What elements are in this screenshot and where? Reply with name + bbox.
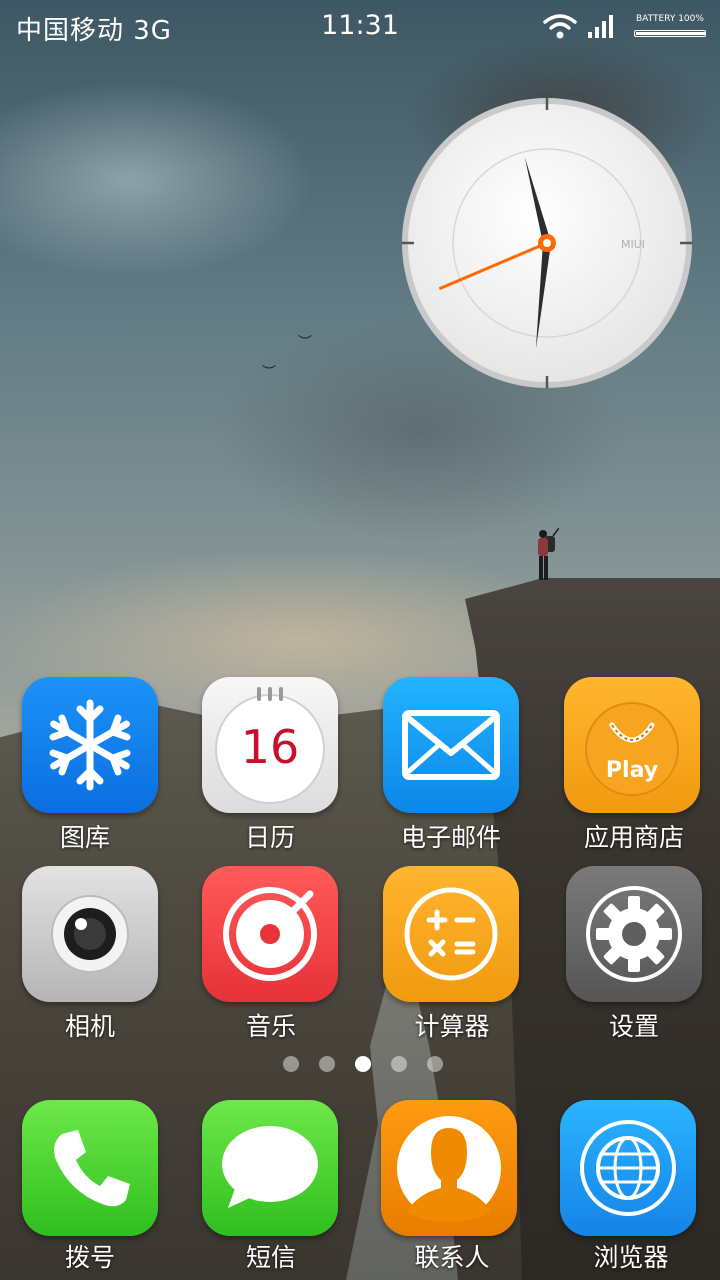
dock-label: 短信: [245, 1243, 296, 1272]
page-dot[interactable]: [319, 1056, 335, 1072]
page-indicator[interactable]: [0, 1054, 720, 1074]
page-dot-active[interactable]: [355, 1056, 371, 1072]
calculator-icon: [404, 887, 498, 981]
store-badge-text: Play: [606, 758, 658, 783]
app-calendar[interactable]: 16: [202, 677, 338, 813]
app-label: 音乐: [245, 1012, 296, 1041]
app-label: 计算器: [414, 1012, 490, 1041]
battery-icon: [634, 30, 706, 37]
dock-label: 联系人: [414, 1243, 490, 1272]
app-label: 电子邮件: [400, 823, 501, 852]
globe-icon: [580, 1120, 676, 1216]
clock-center-dot: [543, 239, 551, 247]
page-dot[interactable]: [391, 1056, 407, 1072]
chat-bubble-icon: [222, 1126, 318, 1208]
app-label: 应用商店: [583, 823, 684, 852]
battery-label: BATTERY 100%: [636, 14, 704, 24]
clock-brand: MIUI: [621, 238, 645, 251]
camera-lens-icon: [51, 895, 129, 973]
contact-person-icon: [397, 1116, 501, 1222]
app-settings[interactable]: [566, 866, 702, 1002]
status-bar: 中国移动 3G 11:31 BATTERY 100%: [0, 0, 720, 54]
app-camera[interactable]: [22, 866, 158, 1002]
calendar-icon: 16: [215, 687, 325, 804]
app-label: 日历: [244, 823, 295, 852]
wifi-icon: [543, 14, 577, 39]
dock-browser[interactable]: [560, 1100, 696, 1236]
dock-label: 浏览器: [593, 1243, 669, 1272]
bird-icon: ︶: [262, 365, 276, 381]
app-label: 相机: [64, 1012, 115, 1041]
app-music[interactable]: [202, 866, 338, 1002]
signal-icon: [588, 15, 613, 38]
dock-contacts[interactable]: [381, 1100, 517, 1236]
dock-label: 拨号: [64, 1243, 115, 1272]
snowflake-icon: [49, 699, 131, 791]
app-label: 图库: [59, 823, 110, 852]
bird-icon: ︶: [298, 335, 312, 351]
app-label: 设置: [608, 1012, 659, 1041]
dock-phone[interactable]: [22, 1100, 158, 1236]
page-dot[interactable]: [427, 1056, 443, 1072]
phone-icon: [54, 1130, 130, 1207]
envelope-icon: [402, 710, 500, 780]
app-store[interactable]: Play: [564, 677, 700, 813]
app-calculator[interactable]: [383, 866, 519, 1002]
page-dot[interactable]: [283, 1056, 299, 1072]
battery-fill: [636, 32, 705, 35]
app-gallery[interactable]: [22, 677, 158, 813]
battery-indicator: BATTERY 100%: [632, 14, 710, 38]
analog-clock-widget[interactable]: MIUI: [400, 96, 694, 390]
shopping-bag-icon: Play: [585, 702, 679, 796]
vinyl-record-icon: [223, 887, 317, 981]
hiker-silhouette: [538, 528, 559, 580]
calendar-day: 16: [241, 720, 300, 774]
app-email[interactable]: [383, 677, 519, 813]
dock-messages[interactable]: [202, 1100, 338, 1236]
gear-icon: [586, 886, 682, 982]
